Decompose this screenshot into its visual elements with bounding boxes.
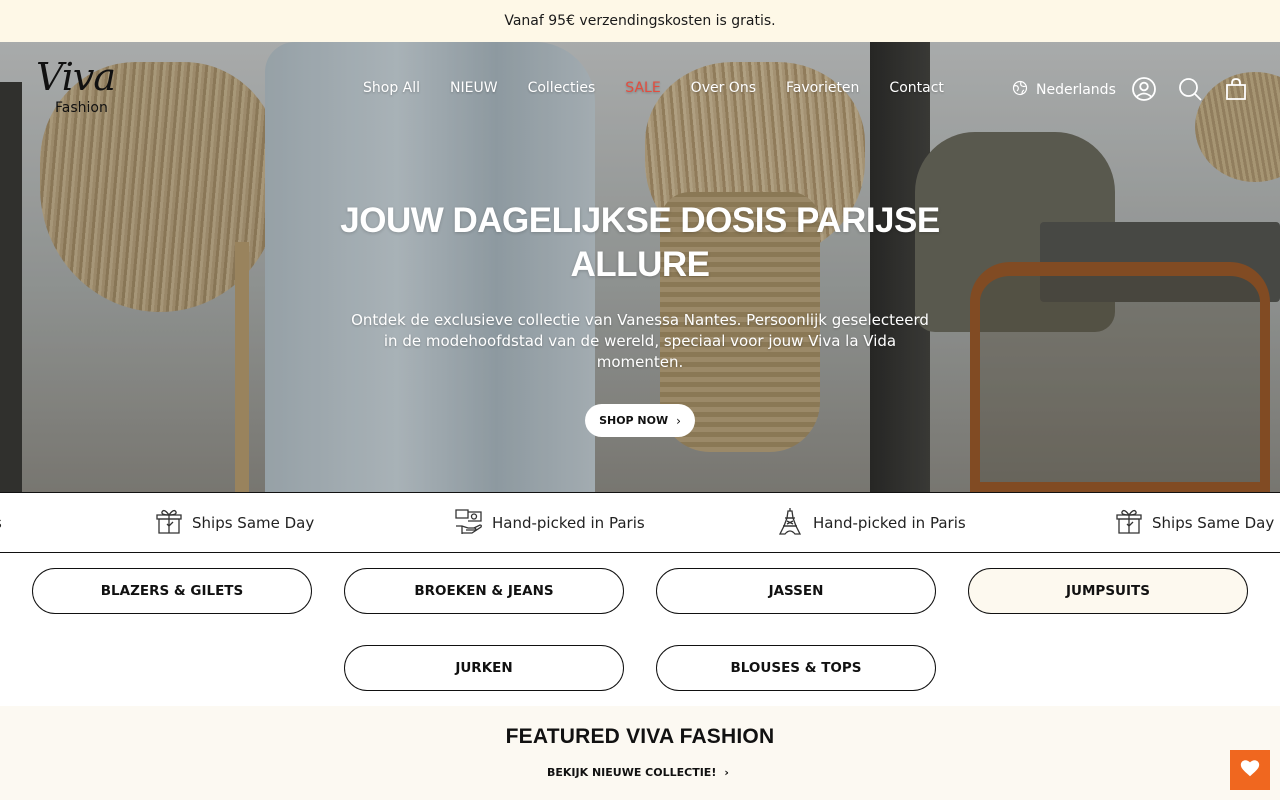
category-jassen[interactable]: JASSEN (656, 568, 936, 614)
ticker-label: Hand-picked in Paris (492, 514, 645, 532)
favorites-floating-button[interactable] (1230, 750, 1270, 790)
ticker-item: Ships Same Day (154, 507, 314, 539)
chevron-right-icon: › (676, 413, 681, 428)
hero-subtitle: Ontdek de exclusieve collectie van Vanes… (351, 311, 929, 371)
cart-icon[interactable] (1223, 76, 1249, 102)
nav-favorieten[interactable]: Favorieten (786, 78, 859, 98)
featured-link-label: BEKIJK NIEUWE COLLECTIE! (547, 766, 717, 779)
category-label: JASSEN (768, 583, 824, 599)
ticker-item: Ships Same Day (1114, 507, 1274, 539)
usp-ticker: s Ships Same Day Hand-picked in Paris (0, 492, 1280, 553)
ticker-label: Hand-picked in Paris (813, 514, 966, 532)
ticker-item: s (0, 507, 2, 539)
ticker-label: s (0, 514, 2, 532)
featured-title: FEATURED VIVA FASHION (505, 725, 775, 748)
shop-now-button[interactable]: SHOP NOW › (585, 404, 695, 437)
language-label: Nederlands (1036, 82, 1116, 98)
globe-icon (1012, 80, 1028, 100)
shop-now-label: SHOP NOW (599, 414, 669, 427)
announcement-bar: Vanaf 95€ verzendingskosten is gratis. (0, 0, 1280, 42)
search-icon[interactable] (1177, 76, 1203, 102)
category-jumpsuits[interactable]: JUMPSUITS (968, 568, 1248, 614)
ticker-item: Hand-picked in Paris (454, 507, 645, 539)
logo-wordmark: Viva (36, 55, 116, 99)
eiffel-tower-icon (775, 506, 805, 540)
category-label: BROEKEN & JEANS (414, 583, 554, 599)
category-label: BLOUSES & TOPS (730, 660, 862, 676)
site-logo[interactable]: Viva Fashion (36, 58, 120, 120)
logo-subtitle: Fashion (55, 100, 108, 116)
nav-contact[interactable]: Contact (889, 78, 943, 98)
category-label: BLAZERS & GILETS (100, 583, 244, 599)
announcement-text: Vanaf 95€ verzendingskosten is gratis. (504, 13, 776, 29)
category-broeken-jeans[interactable]: BROEKEN & JEANS (344, 568, 624, 614)
category-blouses-tops[interactable]: BLOUSES & TOPS (656, 645, 936, 691)
hero-title: JOUW DAGELIJKSE DOSIS PARIJSE ALLURE (340, 201, 940, 284)
category-label: JUMPSUITS (1066, 583, 1150, 599)
main-navigation: Shop All NIEUW Collecties SALE Over Ons … (363, 78, 974, 98)
featured-section: FEATURED VIVA FASHION BEKIJK NIEUWE COLL… (0, 706, 1280, 800)
ticker-item: Hand-picked in Paris (775, 507, 966, 539)
category-jurken[interactable]: JURKEN (344, 645, 624, 691)
hand-money-icon (454, 506, 484, 540)
nav-over-ons[interactable]: Over Ons (691, 78, 756, 98)
view-new-collection-link[interactable]: BEKIJK NIEUWE COLLECTIE! › (547, 766, 729, 779)
category-blazers-gilets[interactable]: BLAZERS & GILETS (32, 568, 312, 614)
language-selector[interactable]: Nederlands (1012, 80, 1116, 100)
heart-icon (1239, 757, 1261, 783)
ticker-label: Ships Same Day (1152, 514, 1275, 532)
nav-shop-all[interactable]: Shop All (363, 78, 420, 98)
nav-nieuw[interactable]: NIEUW (450, 78, 498, 98)
nav-sale[interactable]: SALE (625, 78, 660, 98)
gift-box-icon (154, 506, 184, 540)
category-label: JURKEN (455, 660, 513, 676)
gift-box-icon (1114, 506, 1144, 540)
account-icon[interactable] (1131, 76, 1157, 102)
ticker-label: Ships Same Day (192, 514, 315, 532)
nav-collecties[interactable]: Collecties (528, 78, 596, 98)
chevron-right-icon: › (724, 766, 729, 779)
